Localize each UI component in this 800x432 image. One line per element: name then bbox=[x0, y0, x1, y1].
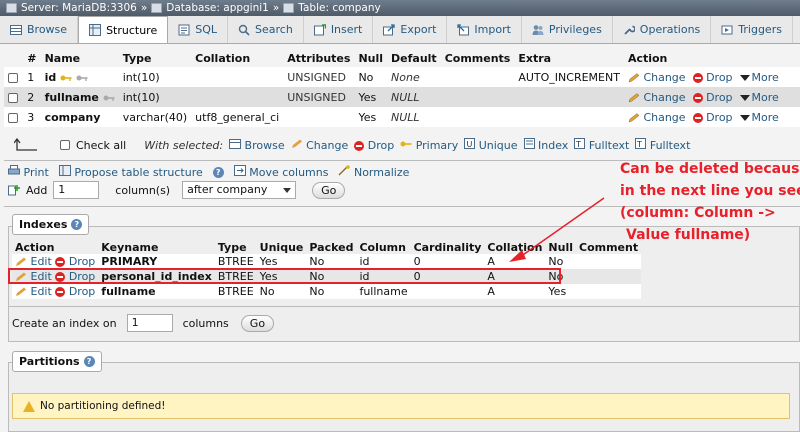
annotation-text: Can be deleted because in the next line … bbox=[620, 161, 800, 243]
